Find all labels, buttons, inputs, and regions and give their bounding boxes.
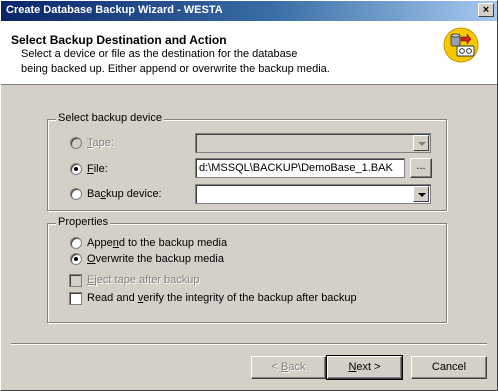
page-description-line-1: Select a device or file as the destinati… <box>21 48 298 60</box>
button-separator <box>11 343 487 345</box>
next-button[interactable]: Next > <box>326 355 403 380</box>
backup-device-dropdown-button[interactable] <box>413 186 429 202</box>
page-title: Select Backup Destination and Action <box>11 33 227 47</box>
browse-button[interactable]: ... <box>410 158 432 178</box>
title-bar[interactable]: Create Database Backup Wizard - WESTA × <box>1 1 497 21</box>
append-radio[interactable] <box>70 237 82 249</box>
backup-device-group-label: Select backup device <box>56 112 164 124</box>
properties-group-label: Properties <box>56 216 111 228</box>
backup-device-label: Backup device: <box>87 188 162 200</box>
database-backup-icon <box>443 27 479 63</box>
close-button[interactable]: × <box>478 3 494 17</box>
chevron-down-icon <box>418 193 426 197</box>
verify-backup-label: Read and verify the integrity of the bac… <box>87 292 357 304</box>
wizard-window: Create Database Backup Wizard - WESTA × … <box>0 0 498 391</box>
backup-device-select[interactable] <box>195 184 431 204</box>
tape-radio[interactable] <box>70 137 82 149</box>
verify-backup-checkbox[interactable] <box>69 292 82 305</box>
page-description-line-2: being backed up. Either append or overwr… <box>21 63 330 75</box>
file-radio[interactable] <box>70 163 82 175</box>
tape-select[interactable] <box>195 133 431 153</box>
close-icon: × <box>482 4 490 16</box>
back-button[interactable]: < Back <box>251 356 326 379</box>
wizard-header: Select Backup Destination and Action Sel… <box>1 21 497 85</box>
overwrite-radio[interactable] <box>70 253 82 265</box>
append-label: Append to the backup media <box>87 237 228 249</box>
file-label: File: <box>87 163 108 175</box>
tape-label: Tape: <box>87 137 114 149</box>
window-title: Create Database Backup Wizard - WESTA <box>6 4 223 16</box>
tape-dropdown-button[interactable] <box>413 135 429 151</box>
chevron-down-icon <box>418 142 426 146</box>
overwrite-label: Overwrite the backup media <box>87 253 224 265</box>
file-path-input[interactable]: d:\MSSQL\BACKUP\DemoBase_1.BAK <box>195 158 405 178</box>
cancel-button[interactable]: Cancel <box>411 356 487 379</box>
eject-tape-label: Eject tape after backup <box>87 274 200 286</box>
backup-device-radio[interactable] <box>70 188 82 200</box>
eject-tape-checkbox[interactable] <box>69 274 82 287</box>
